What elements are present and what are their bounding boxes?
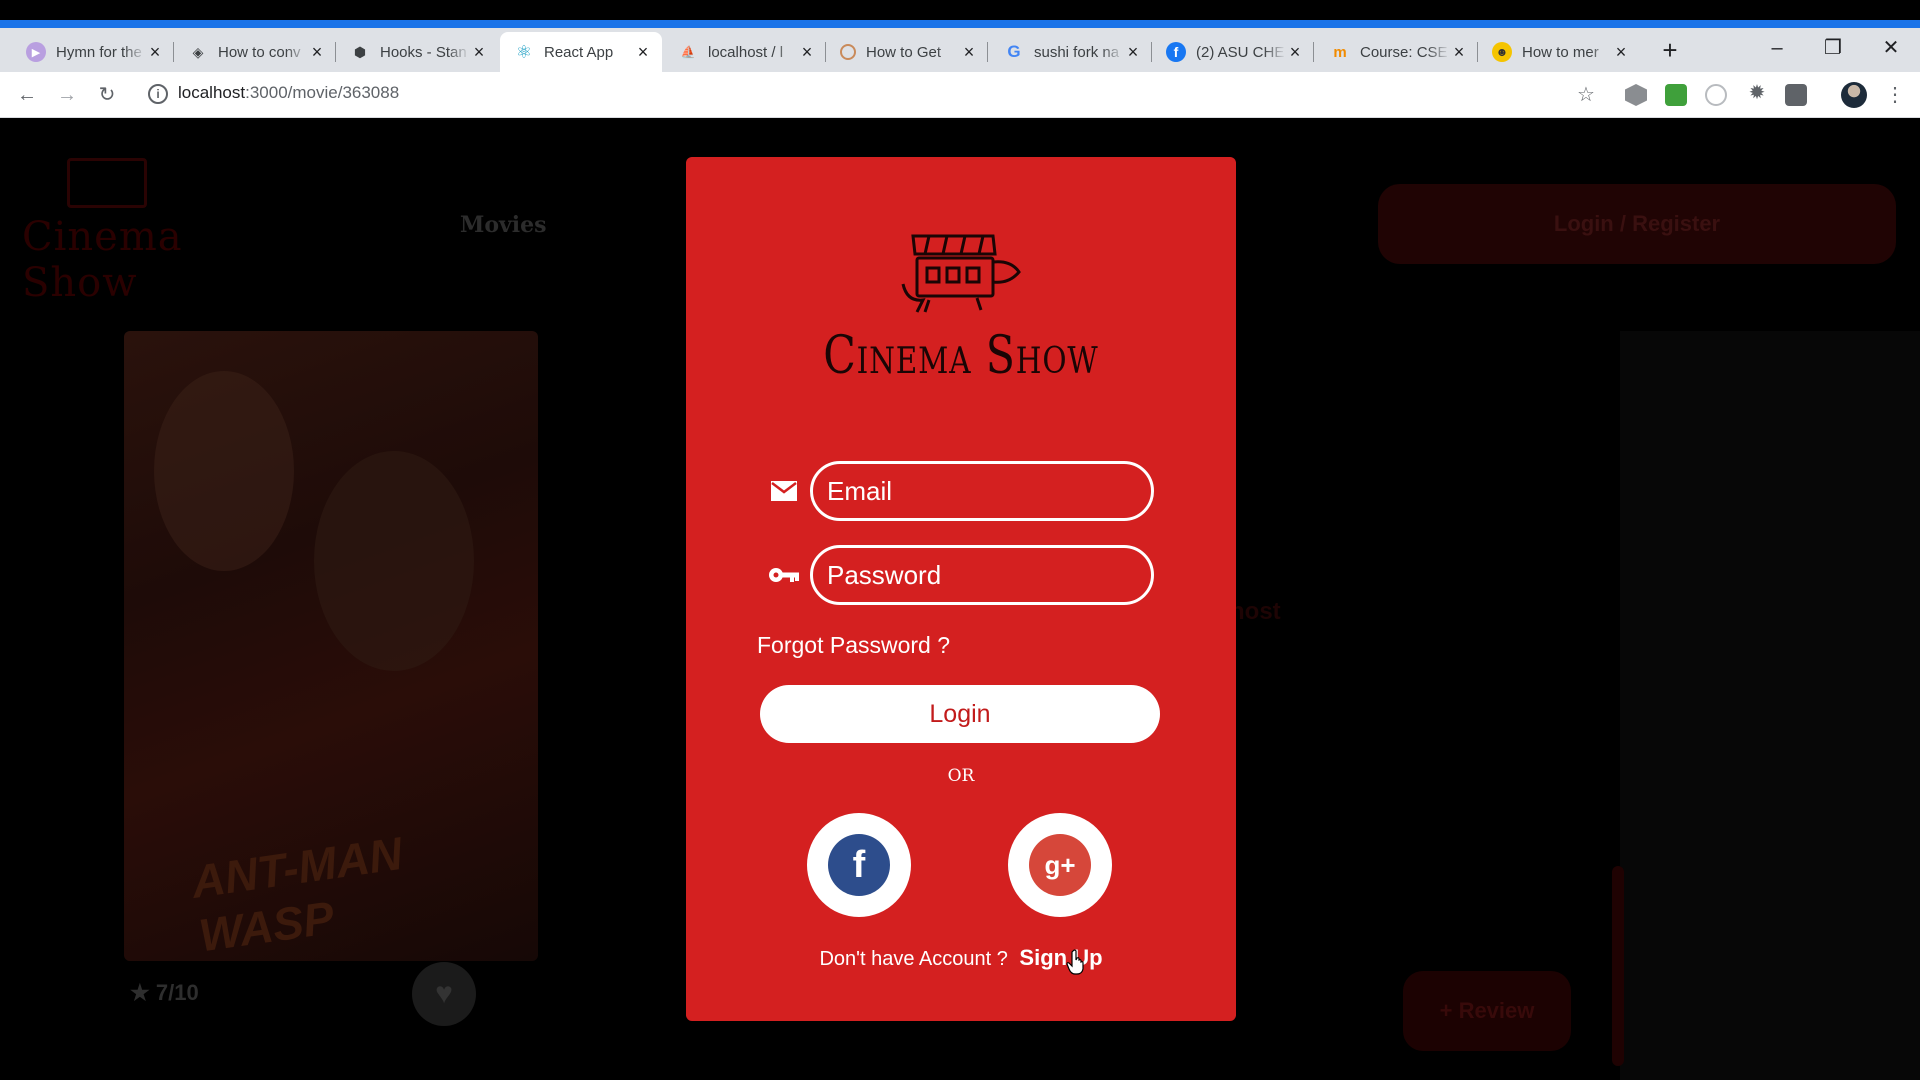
password-field[interactable]	[810, 545, 1154, 605]
clapperboard-icon	[67, 158, 147, 208]
tab[interactable]: G sushi fork na ×	[990, 32, 1152, 72]
extension-circle-icon[interactable]	[1705, 84, 1727, 106]
facebook-icon: f	[828, 834, 890, 896]
forward-arrow-icon[interactable]: →	[52, 80, 82, 110]
close-tab-icon[interactable]: ×	[146, 42, 164, 63]
email-row	[766, 461, 1166, 521]
star-icon: ★	[130, 980, 150, 1005]
site-brand: Cinema Show	[22, 214, 183, 306]
modal-brand: Cinema Show	[823, 326, 1099, 386]
no-account-text: Don't have Account ?	[819, 948, 1008, 970]
tab-active[interactable]: ⚛ React App ×	[500, 32, 662, 72]
signup-link[interactable]: Sign Up	[1019, 945, 1102, 970]
decorative-bar	[1612, 866, 1624, 1066]
side-image	[1620, 331, 1920, 1080]
tab[interactable]: How to Get ×	[826, 32, 988, 72]
circle-icon	[840, 44, 856, 60]
tab[interactable]: ⬢ Hooks - Stan ×	[336, 32, 498, 72]
new-tab-button[interactable]: +	[1655, 36, 1685, 66]
close-tab-icon[interactable]: ×	[960, 42, 978, 63]
heart-icon[interactable]: ♥	[412, 962, 476, 1026]
dimmed-text: host	[1230, 598, 1281, 625]
signup-prompt: Don't have Account ? Sign Up	[686, 945, 1236, 971]
tab[interactable]: ▶ Hymn for the ×	[12, 32, 174, 72]
tab-title: Course: CSE	[1360, 43, 1448, 61]
review-button[interactable]: + Review	[1403, 971, 1571, 1051]
tab[interactable]: ◈ How to conv ×	[174, 32, 336, 72]
cube-icon: ⬢	[353, 43, 367, 60]
more-menu-icon[interactable]: ⋮	[1880, 80, 1910, 110]
tab-title: localhost / l	[708, 43, 784, 61]
password-row	[766, 545, 1166, 605]
close-tab-icon[interactable]: ×	[1612, 42, 1630, 63]
rating: ★ 7/10	[130, 980, 199, 1006]
facebook-icon: f	[1166, 42, 1186, 62]
forgot-password-link[interactable]: Forgot Password ?	[757, 632, 950, 659]
music-icon: ▶	[26, 42, 46, 62]
extension-cube-icon[interactable]	[1625, 84, 1647, 106]
google-login-button[interactable]: g+	[1008, 813, 1112, 917]
tab[interactable]: ☻ How to mer ×	[1478, 32, 1640, 72]
email-field[interactable]	[810, 461, 1154, 521]
modal-logo: Cinema Show	[686, 232, 1236, 386]
nav-movies[interactable]: Movies	[460, 212, 547, 238]
tab-strip: ▶ Hymn for the × ◈ How to conv × ⬢ Hooks…	[0, 28, 1920, 72]
phpmyadmin-icon: ⛵	[680, 45, 696, 59]
tab[interactable]: f (2) ASU CHE ×	[1152, 32, 1314, 72]
moodle-icon: m	[1333, 43, 1347, 61]
window-titlebar	[0, 0, 1920, 20]
key-icon	[766, 560, 802, 590]
clapperboard-icon	[901, 234, 1021, 313]
avatar-icon: ☻	[1492, 42, 1512, 62]
tab-title: sushi fork na	[1034, 43, 1120, 61]
movie-poster: ANT-MAN WASP	[124, 331, 538, 961]
close-tab-icon[interactable]: ×	[470, 42, 488, 63]
info-icon[interactable]: i	[148, 84, 168, 104]
close-tab-icon[interactable]: ×	[1286, 42, 1304, 63]
facebook-extension-icon[interactable]	[1785, 84, 1807, 106]
url-host: localhost	[178, 83, 246, 102]
close-tab-icon[interactable]: ×	[1124, 42, 1142, 63]
browser-toolbar: ← → ↻ i localhost:3000/movie/363088 ☆ ✹ …	[0, 72, 1920, 118]
login-modal: Cinema Show Forgot Password ? Login OR f…	[686, 157, 1236, 1021]
react-icon: ⚛	[515, 41, 533, 62]
address-bar[interactable]: localhost:3000/movie/363088	[178, 83, 399, 103]
close-tab-icon[interactable]: ×	[798, 42, 816, 63]
tab-title: How to mer	[1522, 43, 1599, 61]
review-label: Review	[1458, 998, 1535, 1023]
back-arrow-icon[interactable]: ←	[12, 80, 42, 110]
google-icon: G	[1007, 42, 1021, 61]
tab[interactable]: ⛵ localhost / l ×	[664, 32, 826, 72]
tab[interactable]: m Course: CSE ×	[1316, 32, 1478, 72]
hand-cursor-icon	[1066, 949, 1084, 975]
minimize-button[interactable]: –	[1752, 30, 1802, 66]
login-button[interactable]: Login	[760, 685, 1160, 743]
facebook-login-button[interactable]: f	[807, 813, 911, 917]
tab-title: How to conv	[218, 43, 301, 61]
window-accent-bar	[0, 20, 1920, 28]
google-plus-icon: g+	[1029, 834, 1091, 896]
site-logo[interactable]: Cinema Show	[22, 158, 202, 306]
mail-icon	[766, 476, 802, 506]
url-path: :3000/movie/363088	[245, 83, 400, 102]
reload-icon[interactable]: ↻	[92, 80, 122, 110]
tab-title: Hymn for the	[56, 43, 142, 61]
star-icon[interactable]: ☆	[1571, 80, 1601, 110]
close-window-button[interactable]: ✕	[1866, 30, 1916, 66]
close-tab-icon[interactable]: ×	[1450, 42, 1468, 63]
tab-title: React App	[544, 43, 614, 61]
gear-extension-icon[interactable]: ✹	[1742, 78, 1772, 108]
login-register-button[interactable]: Login / Register	[1378, 184, 1896, 264]
or-divider: OR	[947, 766, 975, 786]
rating-value: 7/10	[155, 980, 199, 1005]
tab-title: Hooks - Stan	[380, 43, 467, 61]
close-tab-icon[interactable]: ×	[308, 42, 326, 63]
close-tab-icon[interactable]: ×	[634, 42, 652, 63]
cors-extension-icon[interactable]	[1665, 84, 1687, 106]
tab-title: (2) ASU CHE	[1196, 43, 1285, 61]
tab-title: How to Get	[866, 43, 942, 61]
restore-button[interactable]: ❐	[1808, 30, 1858, 66]
avatar[interactable]	[1841, 82, 1867, 108]
diamond-icon: ◈	[192, 43, 204, 60]
